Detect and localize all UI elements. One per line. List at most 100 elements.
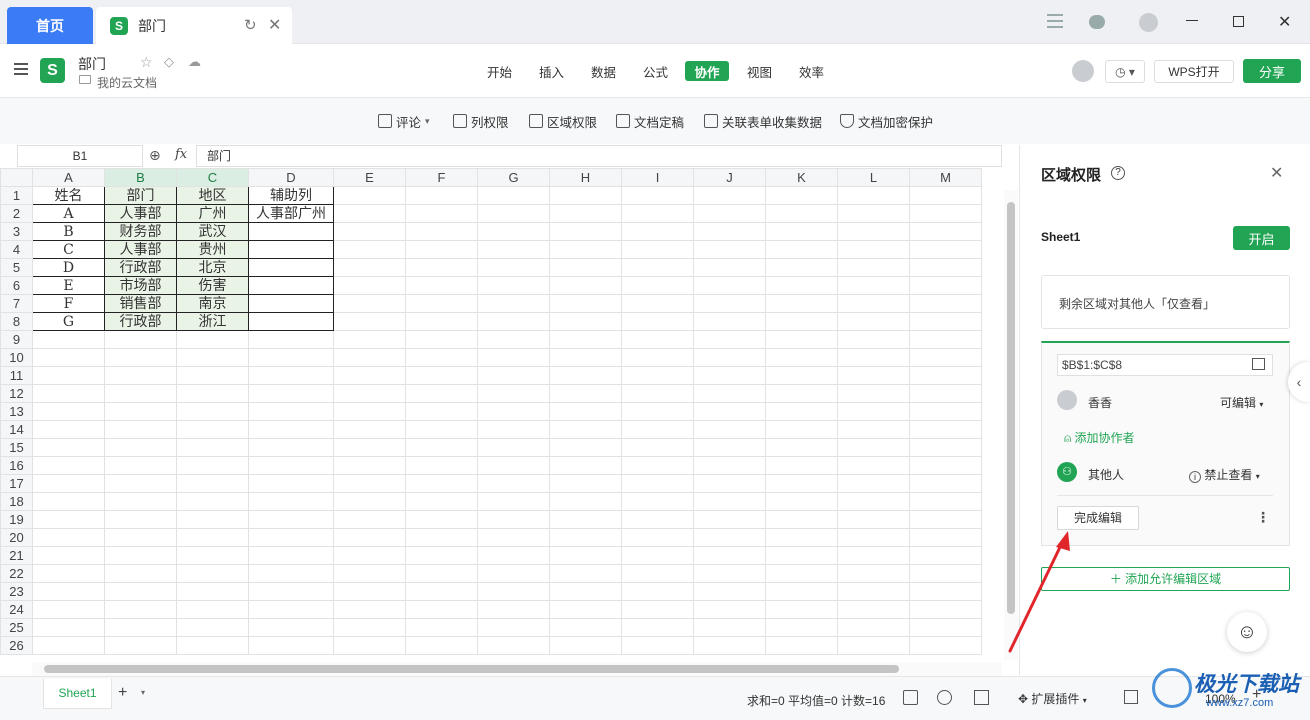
cell[interactable] [693, 564, 766, 583]
cell[interactable] [621, 366, 694, 385]
cell[interactable] [549, 204, 622, 223]
range-input[interactable]: $B$1:$C$8 [1057, 354, 1273, 376]
cell[interactable]: 财务部 [104, 222, 177, 241]
row-header[interactable]: 12 [0, 384, 33, 403]
column-header[interactable]: H [549, 168, 622, 187]
cell[interactable] [837, 636, 910, 655]
cell[interactable] [405, 186, 478, 205]
row-header[interactable]: 9 [0, 330, 33, 349]
cell[interactable] [248, 366, 334, 385]
cell[interactable] [837, 186, 910, 205]
column-permission-button[interactable]: 列权限 [453, 112, 509, 130]
column-header[interactable]: C [176, 168, 249, 187]
cell[interactable] [405, 564, 478, 583]
tab-home[interactable]: 首页 [7, 7, 93, 44]
cell[interactable] [333, 294, 406, 313]
cell[interactable] [693, 546, 766, 565]
cell[interactable] [693, 402, 766, 421]
cell[interactable] [765, 618, 838, 637]
cell[interactable] [693, 456, 766, 475]
cell[interactable] [549, 366, 622, 385]
cell[interactable] [621, 546, 694, 565]
cell[interactable] [333, 384, 406, 403]
cell[interactable] [333, 492, 406, 511]
column-header[interactable]: A [32, 168, 105, 187]
cell[interactable] [837, 600, 910, 619]
row-header[interactable]: 25 [0, 618, 33, 637]
cell[interactable] [909, 348, 982, 367]
cell[interactable] [477, 528, 550, 547]
cell[interactable] [32, 492, 105, 511]
cell[interactable]: A [32, 204, 105, 223]
horizontal-scroll-thumb[interactable] [44, 665, 899, 673]
protect-icon[interactable] [903, 690, 918, 705]
cell[interactable] [333, 636, 406, 655]
cell[interactable] [837, 294, 910, 313]
plugins-button[interactable]: ✥ 扩展插件 ▾ [1018, 690, 1087, 707]
cell[interactable] [477, 618, 550, 637]
cell[interactable] [477, 384, 550, 403]
cell[interactable]: 市场部 [104, 276, 177, 295]
cell[interactable] [549, 402, 622, 421]
cell[interactable] [248, 258, 334, 277]
cell[interactable] [621, 492, 694, 511]
cell[interactable] [333, 438, 406, 457]
cell[interactable]: 北京 [176, 258, 249, 277]
globe-icon[interactable] [937, 690, 952, 705]
cell[interactable] [333, 222, 406, 241]
zoom-icon[interactable]: ⊕ [149, 147, 161, 164]
cell[interactable] [104, 618, 177, 637]
cell[interactable] [176, 330, 249, 349]
cell[interactable] [405, 600, 478, 619]
cell[interactable] [405, 618, 478, 637]
cell[interactable] [765, 510, 838, 529]
cell[interactable] [765, 348, 838, 367]
cell[interactable] [693, 186, 766, 205]
cell[interactable] [549, 582, 622, 601]
cell[interactable] [176, 438, 249, 457]
cell[interactable] [549, 312, 622, 331]
cell[interactable] [765, 186, 838, 205]
cell[interactable] [693, 276, 766, 295]
cell[interactable] [477, 222, 550, 241]
cell[interactable] [621, 510, 694, 529]
cell[interactable] [621, 438, 694, 457]
cell[interactable] [837, 582, 910, 601]
row-header[interactable]: 21 [0, 546, 33, 565]
cell[interactable] [621, 402, 694, 421]
cell[interactable] [176, 510, 249, 529]
cell[interactable] [32, 528, 105, 547]
cell[interactable] [837, 510, 910, 529]
refresh-icon[interactable]: ↻ [244, 16, 257, 34]
view-mode-icon[interactable] [1124, 690, 1138, 704]
row-header[interactable]: 2 [0, 204, 33, 223]
cell[interactable] [549, 528, 622, 547]
cell[interactable] [333, 564, 406, 583]
cell[interactable] [477, 546, 550, 565]
cell[interactable] [549, 294, 622, 313]
cell[interactable] [104, 366, 177, 385]
cell[interactable] [248, 348, 334, 367]
cell[interactable] [909, 384, 982, 403]
cell[interactable] [333, 366, 406, 385]
cell[interactable] [909, 186, 982, 205]
cell[interactable]: 南京 [176, 294, 249, 313]
cell[interactable] [621, 564, 694, 583]
cell[interactable] [104, 456, 177, 475]
cell[interactable] [32, 546, 105, 565]
cell[interactable] [477, 204, 550, 223]
column-header[interactable]: I [621, 168, 694, 187]
cell[interactable] [549, 240, 622, 259]
cell[interactable] [837, 564, 910, 583]
cell[interactable] [176, 402, 249, 421]
cell[interactable] [477, 474, 550, 493]
cell[interactable]: C [32, 240, 105, 259]
cell[interactable] [333, 528, 406, 547]
cell[interactable] [176, 582, 249, 601]
cell[interactable] [248, 222, 334, 241]
cell[interactable] [909, 402, 982, 421]
cell[interactable] [765, 420, 838, 439]
cell[interactable] [333, 402, 406, 421]
cell[interactable] [621, 204, 694, 223]
cell[interactable] [405, 438, 478, 457]
